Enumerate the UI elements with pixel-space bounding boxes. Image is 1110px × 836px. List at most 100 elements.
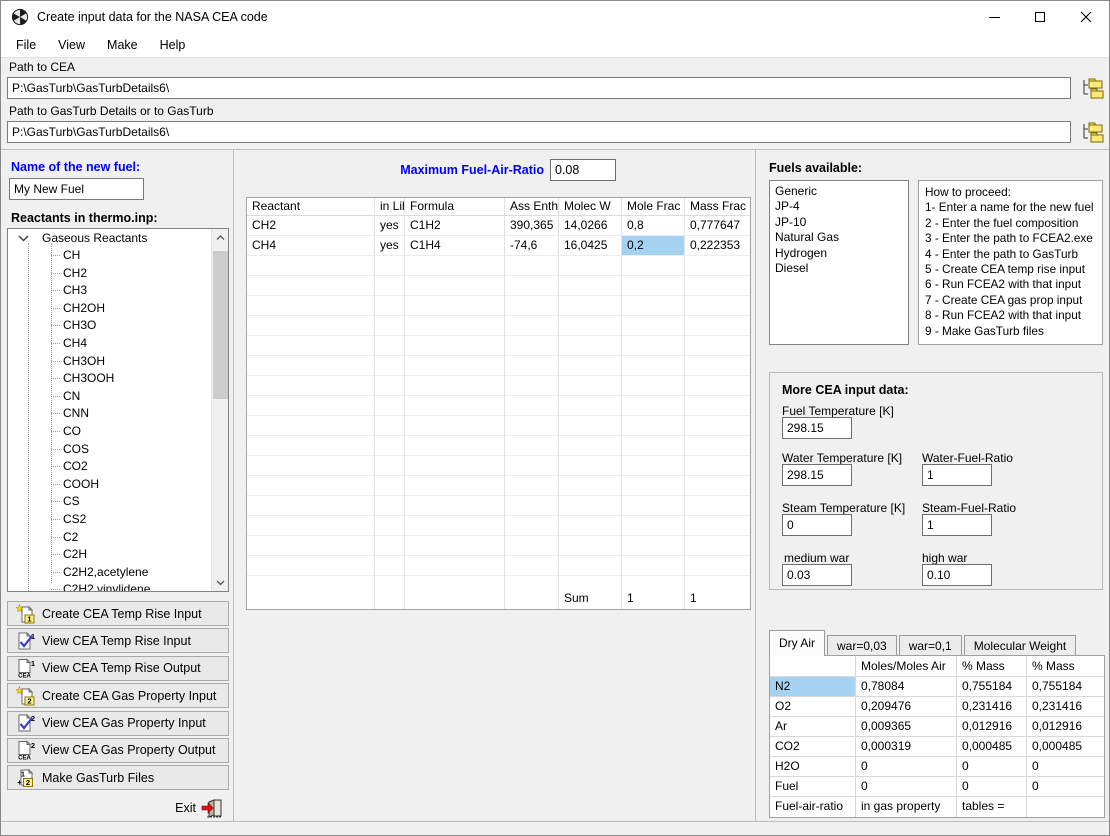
air-cell-mass2[interactable] <box>1027 797 1104 817</box>
tree-item-reactant[interactable]: CO <box>8 423 228 441</box>
tree-item-reactant[interactable]: CH3OOH <box>8 370 228 388</box>
air-cell-mass2[interactable]: 0,231416 <box>1027 697 1104 717</box>
tree-item-reactant[interactable]: CH2 <box>8 265 228 283</box>
air-cell-moles[interactable]: 0,209476 <box>856 697 957 717</box>
view-cea-gas-property-input-button[interactable]: 2 View CEA Gas Property Input <box>7 711 229 736</box>
medium-war-input[interactable] <box>782 564 852 586</box>
fuel-list-item[interactable]: JP-10 <box>770 215 908 230</box>
air-cell-mass2[interactable]: 0 <box>1027 777 1104 797</box>
cell-formula[interactable]: C1H4 <box>405 236 505 256</box>
tree-item-reactant[interactable]: CO2 <box>8 458 228 476</box>
air-cell-species[interactable]: CO2 <box>770 737 856 757</box>
view-cea-temp-rise-output-button[interactable]: 1 CEA View CEA Temp Rise Output <box>7 656 229 681</box>
tree-item-reactant[interactable]: COOH <box>8 476 228 494</box>
air-cell-moles[interactable]: 0 <box>856 757 957 777</box>
menu-item[interactable]: Help <box>149 34 197 56</box>
air-cell-mass2[interactable]: 0,012916 <box>1027 717 1104 737</box>
cell-ass-enth[interactable]: 390,365 <box>505 216 559 236</box>
scroll-down-icon[interactable] <box>212 574 229 591</box>
air-cell-moles[interactable]: 0 <box>856 777 957 797</box>
air-cell-mass1[interactable]: 0,000485 <box>957 737 1027 757</box>
tree-item-reactant[interactable]: C2H2,vinylidene <box>8 581 228 592</box>
air-cell-moles[interactable]: 0,000319 <box>856 737 957 757</box>
fuel-list-item[interactable]: JP-4 <box>770 199 908 214</box>
path-to-cea-input[interactable] <box>7 77 1071 99</box>
create-cea-temp-rise-input-button[interactable]: 1 Create CEA Temp Rise Input <box>7 601 229 626</box>
tab[interactable]: war=0,03 <box>827 635 897 656</box>
air-cell-species[interactable]: Fuel <box>770 777 856 797</box>
cell-mass-frac[interactable]: 0,222353 <box>685 236 750 256</box>
browse-cea-path-button[interactable] <box>1078 76 1106 100</box>
tree-scrollbar[interactable] <box>211 229 228 591</box>
air-cell-mass1[interactable]: 0 <box>957 777 1027 797</box>
tab[interactable]: Dry Air <box>769 630 825 656</box>
tree-item-reactant[interactable]: C2 <box>8 529 228 547</box>
air-cell-moles[interactable]: 0,78084 <box>856 677 957 697</box>
maximize-button[interactable] <box>1017 1 1063 33</box>
scrollbar-thumb[interactable] <box>213 251 228 399</box>
air-cell-mass1[interactable]: tables = <box>957 797 1027 817</box>
tree-item-reactant[interactable]: CS2 <box>8 511 228 529</box>
fuel-list-item[interactable]: Generic <box>770 184 908 199</box>
tree-item-reactant[interactable]: CH3OH <box>8 353 228 371</box>
air-cell-species[interactable]: H2O <box>770 757 856 777</box>
browse-gasturb-path-button[interactable] <box>1078 120 1106 144</box>
air-cell-species[interactable]: O2 <box>770 697 856 717</box>
air-cell-moles[interactable]: in gas property <box>856 797 957 817</box>
tree-item-reactant[interactable]: CNN <box>8 405 228 423</box>
new-fuel-name-input[interactable] <box>9 178 144 200</box>
tree-item-reactant[interactable]: CH2OH <box>8 300 228 318</box>
make-gasturb-files-button[interactable]: 1 + 2 Make GasTurb Files <box>7 765 229 790</box>
menu-item[interactable]: File <box>5 34 47 56</box>
water-fuel-ratio-input[interactable] <box>922 464 992 486</box>
tree-item-reactant[interactable]: CS <box>8 493 228 511</box>
close-button[interactable] <box>1063 1 1109 33</box>
view-cea-temp-rise-input-button[interactable]: 1 View CEA Temp Rise Input <box>7 628 229 653</box>
air-cell-mass1[interactable]: 0,755184 <box>957 677 1027 697</box>
air-cell-mass2[interactable]: 0,000485 <box>1027 737 1104 757</box>
tree-item-reactant[interactable]: CH3O <box>8 317 228 335</box>
tree-item-reactant[interactable]: COS <box>8 441 228 459</box>
cell-in-lib[interactable]: yes <box>375 216 405 236</box>
air-cell-mass1[interactable]: 0,012916 <box>957 717 1027 737</box>
air-cell-mass2[interactable]: 0,755184 <box>1027 677 1104 697</box>
high-war-input[interactable] <box>922 564 992 586</box>
fuel-list-item[interactable]: Hydrogen <box>770 246 908 261</box>
air-cell-mass1[interactable]: 0,231416 <box>957 697 1027 717</box>
fuel-list-item[interactable]: Diesel <box>770 261 908 276</box>
cell-molec-w[interactable]: 16,0425 <box>559 236 622 256</box>
cell-reactant[interactable]: CH2 <box>247 216 375 236</box>
cell-in-lib[interactable]: yes <box>375 236 405 256</box>
steam-temperature-input[interactable] <box>782 514 852 536</box>
air-cell-species[interactable]: Ar <box>770 717 856 737</box>
fuel-list-item[interactable]: Natural Gas <box>770 230 908 245</box>
tree-item-reactant[interactable]: CH3 <box>8 282 228 300</box>
minimize-button[interactable] <box>971 1 1017 33</box>
menu-item[interactable]: View <box>47 34 96 56</box>
max-fuel-air-ratio-input[interactable] <box>550 159 616 181</box>
air-cell-mass2[interactable]: 0 <box>1027 757 1104 777</box>
cell-reactant[interactable]: CH4 <box>247 236 375 256</box>
tab[interactable]: Molecular Weight <box>964 635 1076 656</box>
air-cell-moles[interactable]: 0,009365 <box>856 717 957 737</box>
tree-item-reactant[interactable]: CH4 <box>8 335 228 353</box>
menu-item[interactable]: Make <box>96 34 149 56</box>
tree-item-reactant[interactable]: CN <box>8 388 228 406</box>
cell-formula[interactable]: C1H2 <box>405 216 505 236</box>
water-temperature-input[interactable] <box>782 464 852 486</box>
create-cea-gas-property-input-button[interactable]: 2 Create CEA Gas Property Input <box>7 683 229 708</box>
cell-mass-frac[interactable]: 0,777647 <box>685 216 750 236</box>
exit-button[interactable]: Exit <box>7 795 229 820</box>
tree-node-gaseous-reactants[interactable]: Gaseous Reactants <box>8 229 228 247</box>
cell-mole-frac[interactable]: 0,8 <box>622 216 685 236</box>
cell-ass-enth[interactable]: -74,6 <box>505 236 559 256</box>
scroll-up-icon[interactable] <box>212 229 229 246</box>
tab[interactable]: war=0,1 <box>899 635 962 656</box>
air-cell-mass1[interactable]: 0 <box>957 757 1027 777</box>
tree-item-reactant[interactable]: CH <box>8 247 228 265</box>
air-cell-species[interactable]: N2 <box>770 677 856 697</box>
cell-mole-frac-selected[interactable]: 0,2 <box>622 236 685 256</box>
fuel-temperature-input[interactable] <box>782 417 852 439</box>
view-cea-gas-property-output-button[interactable]: 2 CEA View CEA Gas Property Output <box>7 738 229 763</box>
tree-item-reactant[interactable]: C2H2,acetylene <box>8 564 228 582</box>
